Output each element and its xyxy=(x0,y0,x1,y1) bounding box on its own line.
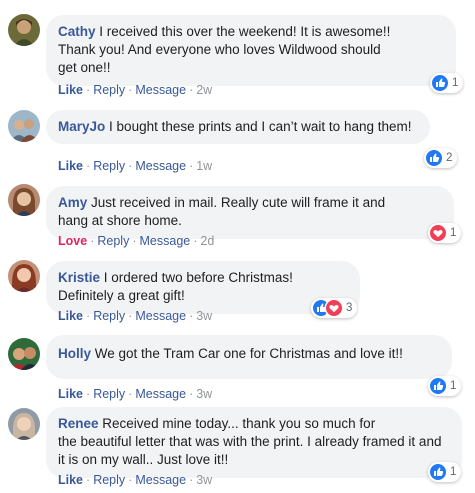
comment-author[interactable]: Holly xyxy=(58,346,91,361)
reaction-count: 1 xyxy=(450,380,457,392)
reaction-summary[interactable]: 2 xyxy=(424,148,458,168)
timestamp[interactable]: 2d xyxy=(200,234,214,248)
comment-actions: Like · Reply · Message · 3w xyxy=(58,309,213,323)
reaction-summary[interactable]: 3 xyxy=(311,298,358,318)
thumbs-up-icon xyxy=(430,464,446,480)
heart-icon xyxy=(430,225,446,241)
avatar[interactable] xyxy=(8,338,40,370)
comment-text: Received mine today... thank you so much… xyxy=(58,416,442,467)
reaction-count: 1 xyxy=(450,227,457,239)
comment-author[interactable]: MaryJo xyxy=(58,119,105,134)
like-link[interactable]: Like xyxy=(58,387,83,401)
reaction-count: 3 xyxy=(346,302,353,314)
like-link[interactable]: Like xyxy=(58,473,83,487)
like-link[interactable]: Like xyxy=(58,83,83,97)
comment-actions: Like · Reply · Message · 2w xyxy=(58,83,213,97)
reply-link[interactable]: Reply xyxy=(97,234,129,248)
comment-actions: Like · Reply · Message · 1w xyxy=(58,159,213,173)
reaction-summary[interactable]: 1 xyxy=(428,376,462,396)
reaction-summary[interactable]: 1 xyxy=(428,462,462,482)
message-link[interactable]: Message xyxy=(135,387,186,401)
reply-link[interactable]: Reply xyxy=(93,159,125,173)
comment-bubble: Amy Just received in mail. Really cute w… xyxy=(46,186,454,239)
reply-link[interactable]: Reply xyxy=(93,83,125,97)
comment-text: I bought these prints and I can’t wait t… xyxy=(109,119,412,134)
like-link[interactable]: Like xyxy=(58,159,83,173)
timestamp[interactable]: 2w xyxy=(196,83,212,97)
avatar[interactable] xyxy=(8,260,40,292)
message-link[interactable]: Message xyxy=(140,234,191,248)
timestamp[interactable]: 1w xyxy=(196,159,212,173)
thumbs-up-icon xyxy=(426,150,442,166)
thumbs-up-icon xyxy=(430,378,446,394)
reaction-summary[interactable]: 1 xyxy=(428,223,462,243)
comment-bubble: Renee Received mine today... thank you s… xyxy=(46,407,462,478)
avatar[interactable] xyxy=(8,184,40,216)
message-link[interactable]: Message xyxy=(135,473,186,487)
timestamp[interactable]: 3w xyxy=(196,309,212,323)
heart-icon xyxy=(326,300,342,316)
love-link[interactable]: Love xyxy=(58,234,87,248)
reply-link[interactable]: Reply xyxy=(93,473,125,487)
comment-author[interactable]: Amy xyxy=(58,195,87,210)
reaction-count: 2 xyxy=(446,152,453,164)
avatar[interactable] xyxy=(8,110,40,142)
avatar[interactable] xyxy=(8,408,40,440)
thumbs-up-icon xyxy=(432,75,448,91)
reply-link[interactable]: Reply xyxy=(93,387,125,401)
comment-text: I received this over the weekend! It is … xyxy=(58,24,391,75)
comment-actions: Love · Reply · Message · 2d xyxy=(58,234,215,248)
comment-bubble: Cathy I received this over the weekend! … xyxy=(46,15,456,86)
message-link[interactable]: Message xyxy=(135,309,186,323)
comment-author[interactable]: Renee xyxy=(58,416,99,431)
like-link[interactable]: Like xyxy=(58,309,83,323)
comment-bubble: Holly We got the Tram Car one for Christ… xyxy=(46,335,452,379)
comment-author[interactable]: Kristie xyxy=(58,270,100,285)
message-link[interactable]: Message xyxy=(135,159,186,173)
avatar[interactable] xyxy=(8,14,40,46)
reaction-summary[interactable]: 1 xyxy=(430,73,464,93)
timestamp[interactable]: 3w xyxy=(196,473,212,487)
reply-link[interactable]: Reply xyxy=(93,309,125,323)
comment-bubble: MaryJo I bought these prints and I can’t… xyxy=(46,110,430,144)
reaction-count: 1 xyxy=(450,466,457,478)
comment-author[interactable]: Cathy xyxy=(58,24,96,39)
reaction-count: 1 xyxy=(452,77,459,89)
message-link[interactable]: Message xyxy=(135,83,186,97)
timestamp[interactable]: 3w xyxy=(196,387,212,401)
comment-text: Just received in mail. Really cute will … xyxy=(58,195,386,228)
comment-actions: Like · Reply · Message · 3w xyxy=(58,473,213,487)
comment-actions: Like · Reply · Message · 3w xyxy=(58,387,213,401)
comment-text: We got the Tram Car one for Christmas an… xyxy=(94,346,403,361)
